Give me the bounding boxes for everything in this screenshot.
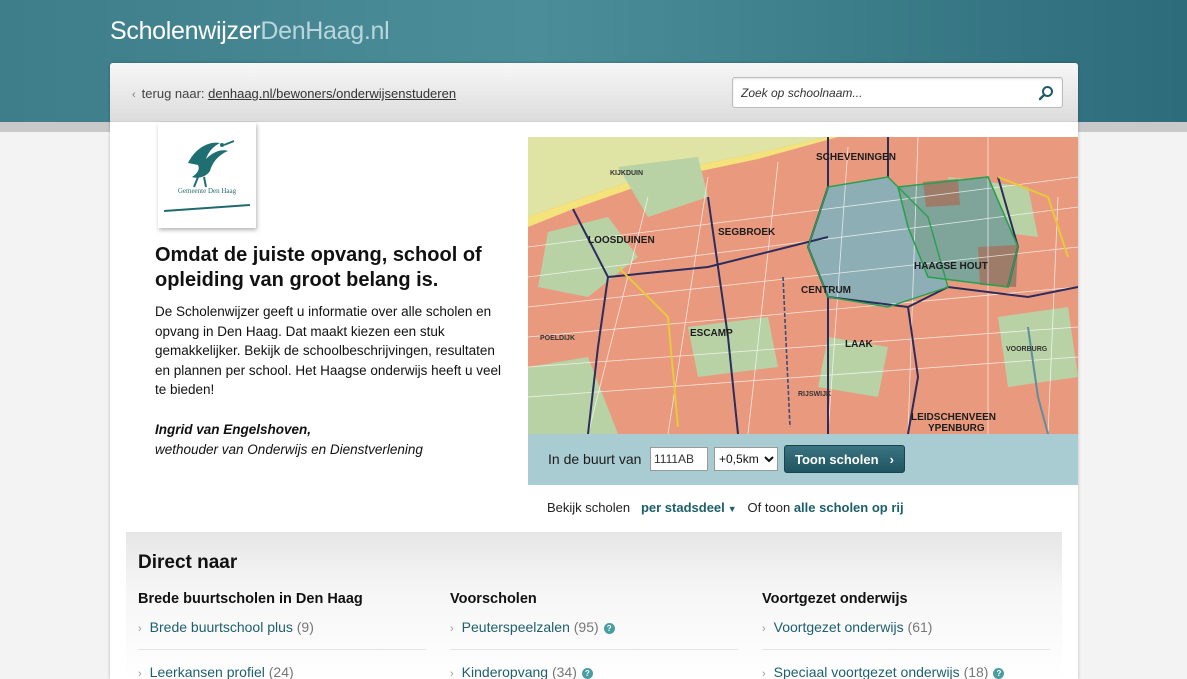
map-label-kijkduin: KIJKDUIN: [610, 170, 643, 177]
top-bar: ‹ terug naar: denhaag.nl/bewoners/onderwi…: [110, 63, 1078, 122]
chevron-right-icon: ›: [450, 623, 454, 635]
chevron-right-icon: ›: [762, 623, 766, 635]
list-item[interactable]: › Leerkansen profiel (24): [138, 650, 426, 679]
distance-select[interactable]: +0,5km: [714, 447, 778, 471]
or-show-text: Of toon: [747, 500, 791, 515]
caret-down-icon[interactable]: ▼: [728, 504, 737, 514]
chevron-left-icon: ‹: [132, 89, 136, 101]
map-label-centrum: CENTRUM: [801, 285, 851, 296]
direct-column-voortgezet: Voortgezet onderwijs › Voortgezet onderwi…: [762, 591, 1050, 679]
district-map-graphic: SCHEVENINGEN KIJKDUIN LOOSDUINEN SEGBROE…: [528, 137, 1078, 434]
map-label-voorburg: VOORBURG: [1006, 346, 1048, 353]
back-link-row: ‹ terug naar: denhaag.nl/bewoners/onderwi…: [132, 86, 456, 101]
list-item[interactable]: › Peuterspeelzalen (95)?: [450, 619, 738, 650]
intro-title: Omdat de juiste opvang, school of opleid…: [155, 244, 482, 291]
map-label-segbroek: SEGBROEK: [718, 227, 776, 238]
per-district-dropdown[interactable]: per stadsdeel: [641, 500, 725, 515]
show-schools-button[interactable]: Toon scholen ›: [784, 445, 905, 473]
browse-row: Bekijk scholen per stadsdeel ▼ Of toon al…: [547, 500, 904, 515]
map-label-scheveningen: SCHEVENINGEN: [816, 152, 896, 163]
item-label: Brede buurtschool plus: [149, 619, 293, 635]
chevron-right-icon: ›: [138, 623, 142, 635]
search-icon[interactable]: [1038, 85, 1054, 101]
brand-part-2: DenHaag.nl: [260, 17, 390, 45]
brand-part-1: Scholenwijzer: [110, 17, 261, 45]
gemeente-logo[interactable]: Gemeente Den Haag: [158, 123, 256, 228]
map-label-loosduinen: LOOSDUINEN: [588, 235, 655, 246]
map-label-ypenburg: YPENBURG: [928, 423, 985, 434]
help-icon[interactable]: ?: [993, 668, 1005, 679]
direct-title: Direct naar: [138, 552, 238, 573]
map-label-poeldijk: POELDIJK: [540, 335, 575, 342]
stork-icon: [188, 140, 235, 188]
list-item[interactable]: › Brede buurtschool plus (9): [138, 619, 426, 650]
postcode-input[interactable]: [650, 447, 708, 471]
nearby-finder: In de buurt van +0,5km Toon scholen ›: [528, 434, 1078, 485]
nearby-label: In de buurt van: [548, 451, 642, 467]
list-item[interactable]: › Speciaal voortgezet onderwijs (18)?: [762, 650, 1050, 679]
chevron-right-icon: ›: [889, 452, 894, 467]
intro-text: De Scholenwijzer geeft u informatie over…: [155, 304, 501, 398]
back-prefix: terug naar:: [141, 86, 205, 101]
map-label-rijswijk: RIJSWIJK: [798, 391, 831, 398]
item-count: (18): [963, 664, 989, 679]
map-label-leidschenveen: LEIDSCHENVEEN: [911, 412, 996, 423]
help-icon[interactable]: ?: [581, 668, 593, 679]
show-schools-label: Toon scholen: [795, 452, 879, 467]
item-count: (24): [268, 664, 294, 679]
chevron-right-icon: ›: [138, 668, 142, 679]
map-label-escamp: ESCAMP: [690, 328, 733, 339]
item-label: Speciaal voortgezet onderwijs: [773, 664, 960, 679]
direct-column-brede-buurtscholen: Brede buurtscholen in Den Haag › Brede bu…: [138, 591, 426, 679]
signature-name: Ingrid van Engelshoven,: [155, 422, 312, 437]
search-input[interactable]: [741, 84, 1021, 102]
item-label: Voortgezet onderwijs: [773, 619, 904, 635]
logo-city-name: Gemeente Den Haag: [177, 187, 237, 195]
all-schools-link[interactable]: alle scholen op rij: [794, 500, 904, 515]
list-item[interactable]: › Voortgezet onderwijs (61): [762, 619, 1050, 650]
item-label: Peuterspeelzalen: [461, 619, 570, 635]
column-heading: Voorscholen: [450, 591, 537, 607]
item-label: Leerkansen profiel: [149, 664, 265, 679]
list-item[interactable]: › Kinderopvang (34)?: [450, 650, 738, 679]
item-count: (61): [907, 619, 933, 635]
district-map[interactable]: SCHEVENINGEN KIJKDUIN LOOSDUINEN SEGBROE…: [528, 137, 1078, 434]
item-count: (9): [296, 619, 314, 635]
help-icon[interactable]: ?: [603, 623, 615, 634]
column-heading: Brede buurtscholen in Den Haag: [138, 591, 363, 607]
back-link[interactable]: denhaag.nl/bewoners/onderwijsenstuderen: [208, 86, 456, 101]
chevron-right-icon: ›: [762, 668, 766, 679]
item-count: (95): [573, 619, 599, 635]
direct-column-voorscholen: Voorscholen › Peuterspeelzalen (95)? › Kin…: [450, 591, 738, 679]
site-brand[interactable]: ScholenwijzerDenHaag.nl: [110, 17, 390, 46]
item-count: (34): [551, 664, 577, 679]
browse-prefix: Bekijk scholen: [547, 500, 631, 515]
item-label: Kinderopvang: [461, 664, 549, 679]
direct-section: Direct naar Brede buurtscholen in Den Ha…: [126, 532, 1062, 679]
map-label-laak: LAAK: [845, 339, 874, 350]
chevron-right-icon: ›: [450, 668, 454, 679]
signature-role: wethouder van Onderwijs en Dienstverleni…: [155, 442, 423, 457]
search-box: [732, 77, 1063, 108]
logo-rule: [164, 204, 250, 212]
map-label-haagse-hout: HAAGSE HOUT: [914, 261, 988, 272]
column-heading: Voortgezet onderwijs: [762, 591, 908, 607]
